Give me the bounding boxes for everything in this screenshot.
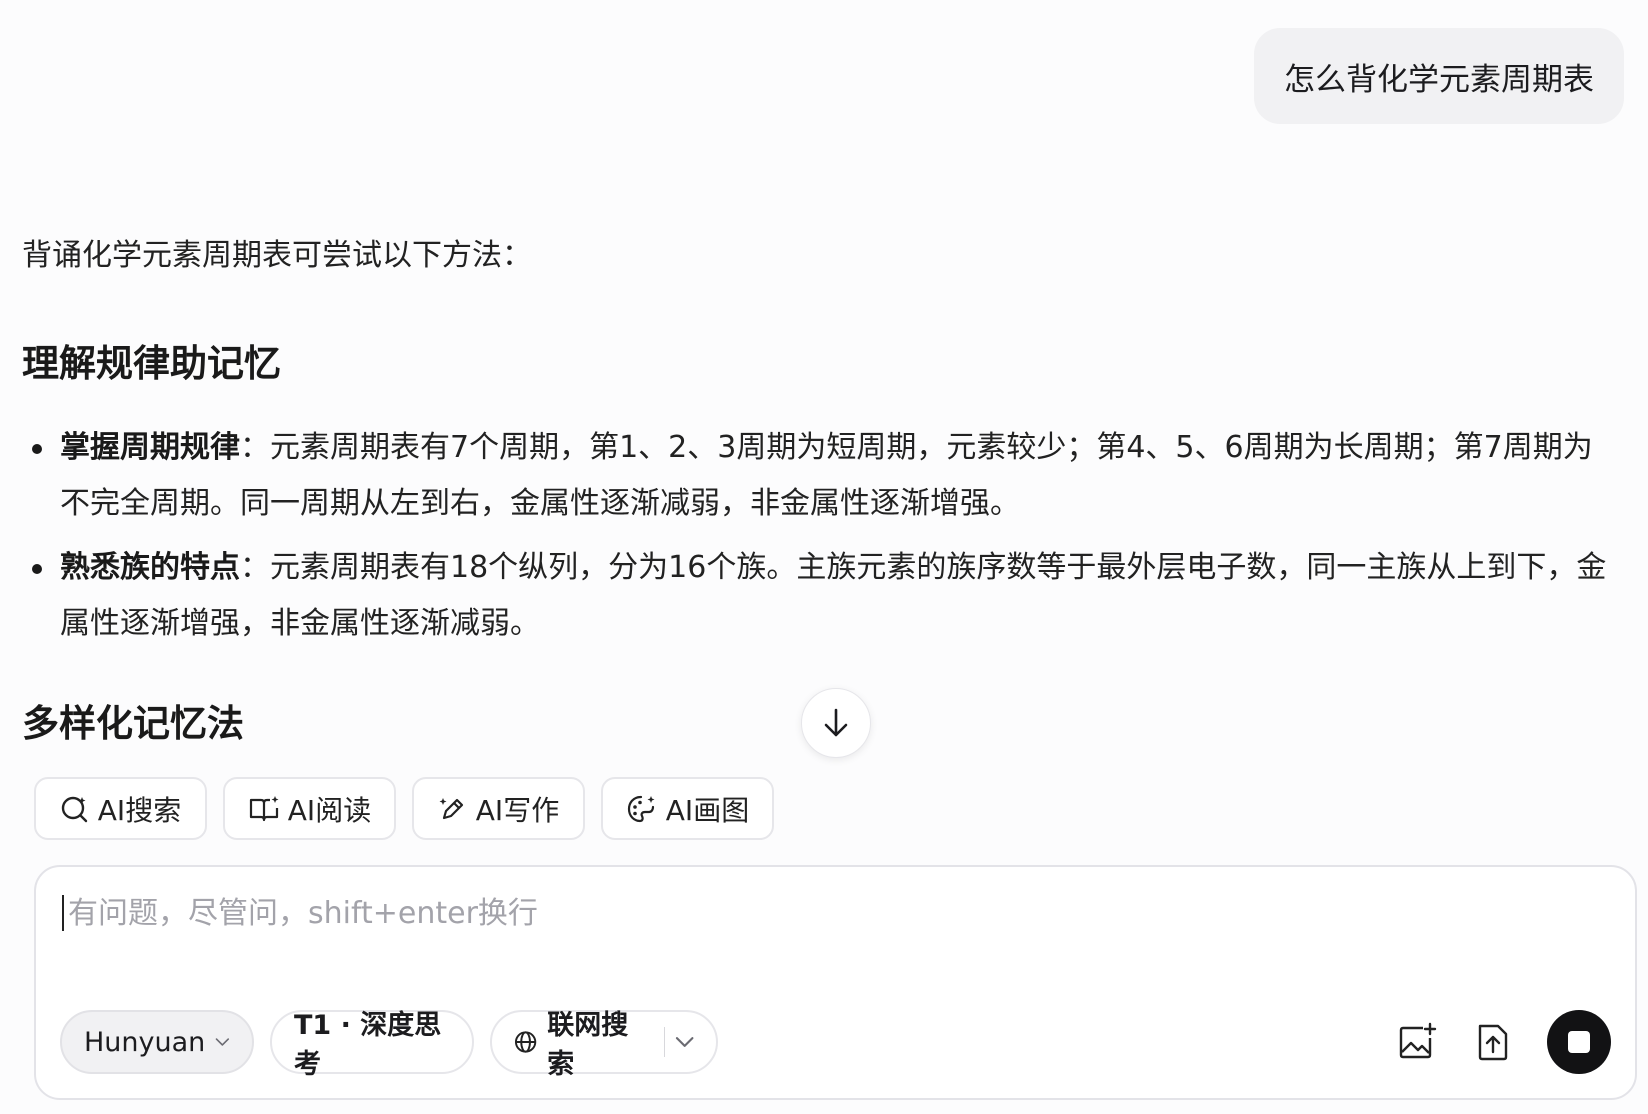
chevron-down-icon bbox=[215, 1038, 230, 1046]
list-item: 掌握周期规律：元素周期表有7个周期，第1、2、3周期为短周期，元素较少；第4、5… bbox=[22, 420, 1622, 532]
ai-draw-label: AI画图 bbox=[665, 793, 750, 827]
ai-write-label: AI写作 bbox=[475, 793, 560, 827]
stop-icon bbox=[1568, 1031, 1590, 1053]
globe-icon bbox=[514, 1031, 537, 1053]
text-caret bbox=[62, 895, 64, 931]
ai-search-button[interactable]: AI搜索 bbox=[34, 777, 207, 840]
ai-read-label: AI阅读 bbox=[287, 793, 372, 827]
add-image-icon bbox=[1399, 1022, 1437, 1059]
file-upload-icon bbox=[1478, 1024, 1508, 1061]
deep-think-toggle[interactable]: T1 · 深度思考 bbox=[270, 1010, 474, 1080]
list-item: 熟悉族的特点：元素周期表有18个纵列，分为16个族。主族元素的族序数等于最外层电… bbox=[22, 540, 1622, 652]
scroll-to-bottom-button[interactable] bbox=[801, 688, 871, 758]
deep-think-label: T1 · 深度思考 bbox=[294, 1010, 442, 1080]
upload-file-button[interactable] bbox=[1471, 1020, 1515, 1064]
answer-intro: 背诵化学元素周期表可尝试以下方法： bbox=[22, 238, 532, 273]
composer-actions bbox=[1395, 1010, 1611, 1074]
ai-draw-icon bbox=[627, 795, 655, 822]
bullet-heading: 熟悉族的特点 bbox=[60, 550, 240, 585]
web-search-label: 联网搜索 bbox=[547, 1010, 629, 1080]
ai-write-button[interactable]: AI写作 bbox=[412, 777, 585, 840]
section-title-1: 理解规律助记忆 bbox=[22, 342, 281, 385]
divider bbox=[663, 1027, 665, 1057]
chat-page: 怎么背化学元素周期表 背诵化学元素周期表可尝试以下方法： 理解规律助记忆 掌握周… bbox=[0, 0, 1648, 1114]
user-message-bubble: 怎么背化学元素周期表 bbox=[1254, 28, 1624, 124]
message-composer: Hunyuan T1 · 深度思考 联网搜索 bbox=[34, 865, 1637, 1100]
tool-bar: AI搜索 AI阅读 AI写作 AI画图 bbox=[34, 777, 774, 840]
model-label: Hunyuan bbox=[84, 1026, 206, 1058]
upload-image-button[interactable] bbox=[1395, 1020, 1439, 1064]
ai-read-icon bbox=[249, 795, 279, 821]
bullet-dot bbox=[32, 444, 42, 454]
bullet-text: ：元素周期表有18个纵列，分为16个族。主族元素的族序数等于最外层电子数，同一主… bbox=[60, 550, 1607, 641]
bullet-list: 掌握周期规律：元素周期表有7个周期，第1、2、3周期为短周期，元素较少；第4、5… bbox=[22, 420, 1622, 652]
ai-search-label: AI搜索 bbox=[97, 793, 182, 827]
composer-toolbar: Hunyuan T1 · 深度思考 联网搜索 bbox=[60, 1010, 1611, 1080]
chevron-down-icon[interactable] bbox=[675, 1036, 694, 1048]
ai-write-icon bbox=[439, 797, 463, 819]
input-area bbox=[62, 895, 1605, 931]
bullet-dot bbox=[32, 564, 42, 574]
assistant-answer: 背诵化学元素周期表可尝试以下方法： 理解规律助记忆 掌握周期规律：元素周期表有7… bbox=[22, 230, 1622, 652]
model-selector[interactable]: Hunyuan bbox=[60, 1010, 254, 1074]
bullet-heading: 掌握周期规律 bbox=[60, 430, 240, 465]
ai-search-icon bbox=[61, 796, 87, 822]
web-search-toggle[interactable]: 联网搜索 bbox=[490, 1010, 718, 1080]
message-input[interactable] bbox=[68, 895, 968, 931]
ai-draw-button[interactable]: AI画图 bbox=[601, 777, 774, 840]
section-title-2: 多样化记忆法 bbox=[22, 702, 244, 745]
ai-read-button[interactable]: AI阅读 bbox=[223, 777, 396, 840]
arrow-down-icon bbox=[824, 708, 848, 737]
stop-generation-button[interactable] bbox=[1547, 1010, 1611, 1074]
bullet-text: ：元素周期表有7个周期，第1、2、3周期为短周期，元素较少；第4、5、6周期为长… bbox=[60, 430, 1593, 521]
